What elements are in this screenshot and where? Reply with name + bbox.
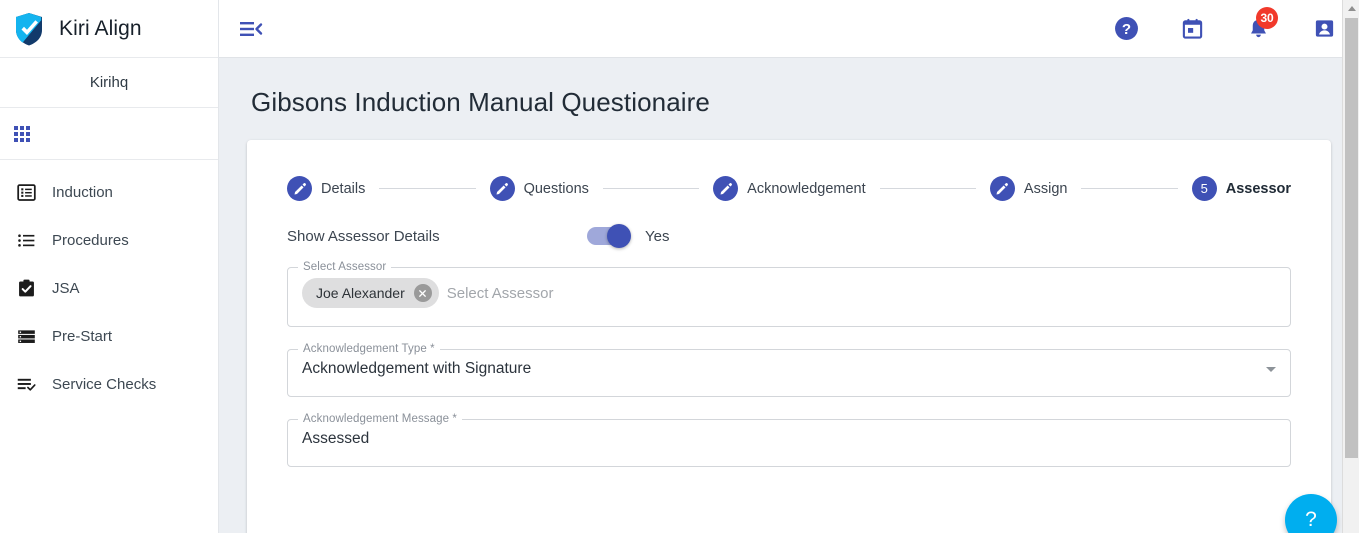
- clipboard-check-icon: [14, 276, 38, 300]
- step-assign[interactable]: Assign: [989, 176, 1068, 201]
- account-icon[interactable]: [1311, 16, 1337, 42]
- sidebar-item-label: Procedures: [52, 231, 129, 249]
- step-label: Acknowledgement: [747, 180, 866, 197]
- show-assessor-details-row: Show Assessor Details Yes: [287, 224, 1291, 248]
- list-bullet-icon: [14, 228, 38, 252]
- help-icon[interactable]: ?: [1113, 16, 1139, 42]
- pencil-icon: [713, 176, 739, 201]
- step-connector: [602, 188, 700, 189]
- show-assessor-details-label: Show Assessor Details: [287, 227, 440, 245]
- list-box-icon: [14, 180, 38, 204]
- sidebar-nav: Induction Procedures JSA Pre-Start Servi…: [0, 160, 218, 408]
- show-assessor-details-value: Yes: [645, 227, 670, 245]
- notifications-bell-icon[interactable]: 30: [1245, 6, 1278, 42]
- select-assessor-body: Joe Alexander Select Assessor: [288, 268, 1290, 318]
- chip-remove-icon[interactable]: [413, 284, 432, 302]
- help-fab-label: ?: [1305, 508, 1317, 531]
- pencil-icon: [989, 176, 1015, 201]
- pencil-icon: [489, 176, 515, 201]
- acknowledgement-message-legend: Acknowledgement Message *: [298, 413, 462, 425]
- main-area: ? 30 Gibsons Induction Manual Questionai…: [219, 0, 1359, 533]
- menu-collapse-icon[interactable]: [235, 13, 267, 45]
- scroll-up-arrow-icon[interactable]: [1343, 0, 1359, 17]
- page-title: Gibsons Induction Manual Questionaire: [251, 87, 710, 117]
- acknowledgement-message-value[interactable]: Assessed: [302, 430, 1276, 448]
- stepper: Details Questions Acknowledgement Assign…: [287, 176, 1291, 201]
- shield-check-icon: [12, 11, 46, 47]
- top-bar: ? 30: [219, 0, 1359, 58]
- step-connector: [1081, 188, 1178, 189]
- apps-launcher[interactable]: [0, 108, 218, 160]
- scrollbar-thumb[interactable]: [1345, 18, 1358, 458]
- step-label: Assessor: [1225, 180, 1292, 197]
- sidebar-item-label: JSA: [52, 279, 80, 297]
- pencil-icon: [287, 176, 312, 201]
- step-number: 5: [1200, 181, 1208, 196]
- acknowledgement-type-value: Acknowledgement with Signature: [302, 360, 532, 377]
- acknowledgement-type-field[interactable]: Acknowledgement Type * Acknowledgement w…: [287, 343, 1291, 397]
- window-scrollbar[interactable]: [1342, 0, 1359, 533]
- step-label: Assign: [1023, 180, 1068, 197]
- acknowledgement-type-legend: Acknowledgement Type *: [298, 343, 440, 355]
- sidebar-item-label: Service Checks: [52, 375, 157, 393]
- sidebar-item-label: Induction: [52, 183, 113, 201]
- top-bar-actions: ? 30: [1113, 6, 1337, 42]
- page-content: Gibsons Induction Manual Questionaire De…: [219, 58, 1359, 533]
- step-label: Details: [321, 180, 366, 197]
- sidebar-item-label: Pre-Start: [52, 327, 113, 345]
- sidebar: Kiri Align Kirihq Induction Procedures J…: [0, 0, 219, 533]
- app-root: Kiri Align Kirihq Induction Procedures J…: [0, 0, 1359, 533]
- sidebar-item-service-checks[interactable]: Service Checks: [0, 360, 218, 408]
- step-details[interactable]: Details: [287, 176, 365, 201]
- chevron-down-icon[interactable]: [1266, 366, 1276, 372]
- step-assessor[interactable]: 5 Assessor: [1191, 176, 1292, 201]
- calendar-icon[interactable]: [1179, 16, 1205, 42]
- sidebar-item-jsa[interactable]: JSA: [0, 264, 218, 312]
- list-dense-icon: [14, 324, 38, 348]
- step-connector: [379, 188, 476, 189]
- organisation-name: Kirihq: [89, 74, 129, 91]
- list-check-icon: [14, 372, 38, 396]
- acknowledgement-message-field[interactable]: Acknowledgement Message * Assessed: [287, 413, 1291, 467]
- select-assessor-input[interactable]: Select Assessor: [447, 285, 554, 302]
- show-assessor-details-toggle[interactable]: [587, 224, 631, 248]
- notification-badge: 30: [1256, 6, 1278, 29]
- step-acknowledgement[interactable]: Acknowledgement: [713, 176, 866, 201]
- brand-name: Kiri Align: [59, 16, 142, 40]
- step-label: Questions: [523, 180, 589, 197]
- acknowledgement-type-body: Acknowledgement with Signature: [288, 350, 1290, 388]
- step-questions[interactable]: Questions: [489, 176, 589, 201]
- svg-text:?: ?: [1121, 21, 1130, 38]
- step-connector: [879, 188, 976, 189]
- sidebar-item-procedures[interactable]: Procedures: [0, 216, 218, 264]
- sidebar-item-induction[interactable]: Induction: [0, 168, 218, 216]
- acknowledgement-message-body: Assessed: [288, 420, 1290, 458]
- step-number-badge: 5: [1191, 176, 1217, 201]
- brand-header[interactable]: Kiri Align: [0, 0, 218, 58]
- scroll-arrow-glyph: [1347, 6, 1356, 11]
- sidebar-item-pre-start[interactable]: Pre-Start: [0, 312, 218, 360]
- select-assessor-field[interactable]: Select Assessor Joe Alexander Select Ass…: [287, 261, 1291, 327]
- toggle-knob: [607, 224, 631, 248]
- select-assessor-legend: Select Assessor: [298, 261, 392, 273]
- organisation-row[interactable]: Kirihq: [0, 58, 218, 108]
- form-card: Details Questions Acknowledgement Assign…: [247, 140, 1331, 533]
- assessor-chip-label: Joe Alexander: [316, 285, 405, 301]
- apps-grid-icon: [14, 125, 30, 142]
- assessor-chip[interactable]: Joe Alexander: [302, 278, 439, 308]
